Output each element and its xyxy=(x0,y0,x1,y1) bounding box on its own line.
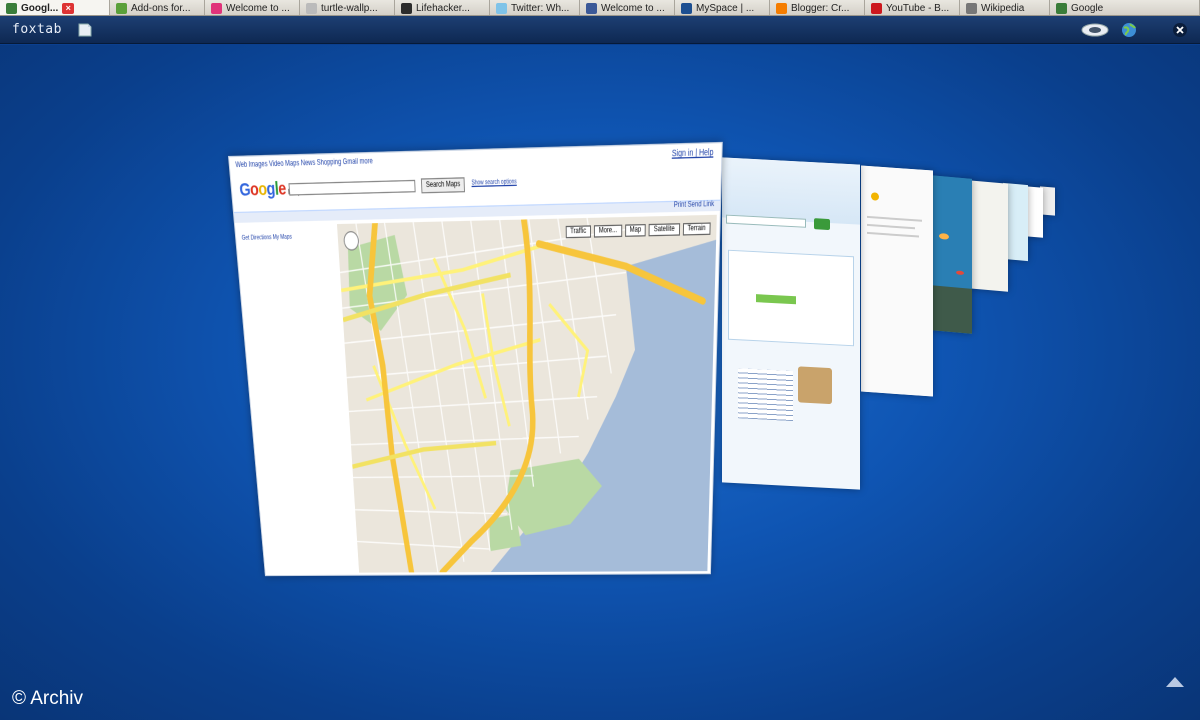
browser-tab-label: YouTube - B... xyxy=(886,3,949,14)
close-icon[interactable] xyxy=(1171,21,1189,39)
map-type-traffic: Traffic xyxy=(565,225,591,238)
browser-tab-label: Add-ons for... xyxy=(131,3,190,14)
browser-tab[interactable]: MySpace | ... xyxy=(675,0,770,16)
browser-tab[interactable]: Welcome to ... xyxy=(580,0,675,16)
browser-tab[interactable]: turtle-wallp... xyxy=(300,0,395,16)
preview-text-block xyxy=(738,368,793,421)
map-type-map: Map xyxy=(625,224,646,237)
favicon-icon xyxy=(586,3,597,14)
browser-tab[interactable]: YouTube - B... xyxy=(865,0,960,16)
maps-tools-links: Print Send Link xyxy=(674,201,714,210)
sign-in-link: Sign in | Help xyxy=(672,149,714,159)
browser-tab-label: Twitter: Wh... xyxy=(511,3,569,14)
browser-tab[interactable]: Lifehacker... xyxy=(395,0,490,16)
browser-tab-label: turtle-wallp... xyxy=(321,3,378,14)
browser-tab[interactable]: Twitter: Wh... xyxy=(490,0,580,16)
tab-close-icon[interactable]: × xyxy=(62,3,74,14)
browser-tab[interactable]: Blogger: Cr... xyxy=(770,0,865,16)
tab-preview-google-maps[interactable]: Web Images Video Maps News Shopping Gmai… xyxy=(228,142,723,576)
maps-side-links: Get Directions My Maps xyxy=(241,231,336,243)
favicon-icon xyxy=(6,3,17,14)
favicon-icon xyxy=(776,3,787,14)
new-tab-icon[interactable] xyxy=(76,21,94,39)
browser-tab[interactable]: Add-ons for... xyxy=(110,0,205,16)
google-nav-links: Web Images Video Maps News Shopping Gmai… xyxy=(235,158,373,169)
maps-search-input xyxy=(288,180,415,196)
tab-preview-4[interactable] xyxy=(930,175,972,334)
favicon-icon xyxy=(966,3,977,14)
favicon-icon xyxy=(306,3,317,14)
browser-tab-label: Welcome to ... xyxy=(226,3,290,14)
foxtab-brand: foxtab xyxy=(12,22,62,37)
favicon-icon xyxy=(116,3,127,14)
street-map xyxy=(337,215,717,573)
browser-tab-label: MySpace | ... xyxy=(696,3,754,14)
aquarium-wallpaper xyxy=(930,175,972,334)
search-options-link: Show search options xyxy=(471,178,516,187)
browser-tab[interactable]: Wikipedia xyxy=(960,0,1050,16)
browser-tab-label: Wikipedia xyxy=(981,3,1024,14)
browser-tab-label: Googl... xyxy=(21,3,58,14)
favicon-icon xyxy=(496,3,507,14)
blog-preview xyxy=(861,165,933,396)
tab-preview-2[interactable] xyxy=(722,157,860,489)
preview-go-button xyxy=(814,218,830,230)
foxtab-toolbar: foxtab xyxy=(0,16,1200,44)
view-mode-icon[interactable] xyxy=(1080,21,1110,39)
map-type-more: More... xyxy=(594,225,622,238)
globe-icon[interactable] xyxy=(1120,21,1138,39)
tab-preview-5[interactable] xyxy=(968,180,1008,291)
browser-tab-label: Lifehacker... xyxy=(416,3,470,14)
search-maps-button: Search Maps xyxy=(421,177,465,193)
browser-tab-strip: Googl... × Add-ons for... Welcome to ... tur… xyxy=(0,0,1200,16)
browser-tab[interactable]: Googl... × xyxy=(0,0,110,16)
browser-tab-label: Google xyxy=(1071,3,1103,14)
map-zoom-control xyxy=(343,231,359,251)
preview-box-image xyxy=(798,366,832,404)
favicon-icon xyxy=(1056,3,1067,14)
foxtab-stage: Web Images Video Maps News Shopping Gmai… xyxy=(0,45,1200,720)
favicon-icon xyxy=(211,3,222,14)
tab-preview-3[interactable] xyxy=(861,165,933,396)
map-type-terrain: Terrain xyxy=(683,222,711,235)
image-credit: © Archiv xyxy=(12,688,83,710)
map-view: Traffic More... Map Satellite Terrain xyxy=(337,215,717,573)
favicon-icon xyxy=(401,3,412,14)
browser-tab[interactable]: Welcome to ... xyxy=(205,0,300,16)
map-type-satellite: Satellite xyxy=(649,223,680,236)
browser-tab-label: Welcome to ... xyxy=(601,3,665,14)
favicon-icon xyxy=(871,3,882,14)
scroll-up-arrow-icon[interactable] xyxy=(1166,677,1184,687)
browser-tab[interactable]: Google xyxy=(1050,0,1200,16)
favicon-icon xyxy=(681,3,692,14)
browser-tab-label: Blogger: Cr... xyxy=(791,3,849,14)
